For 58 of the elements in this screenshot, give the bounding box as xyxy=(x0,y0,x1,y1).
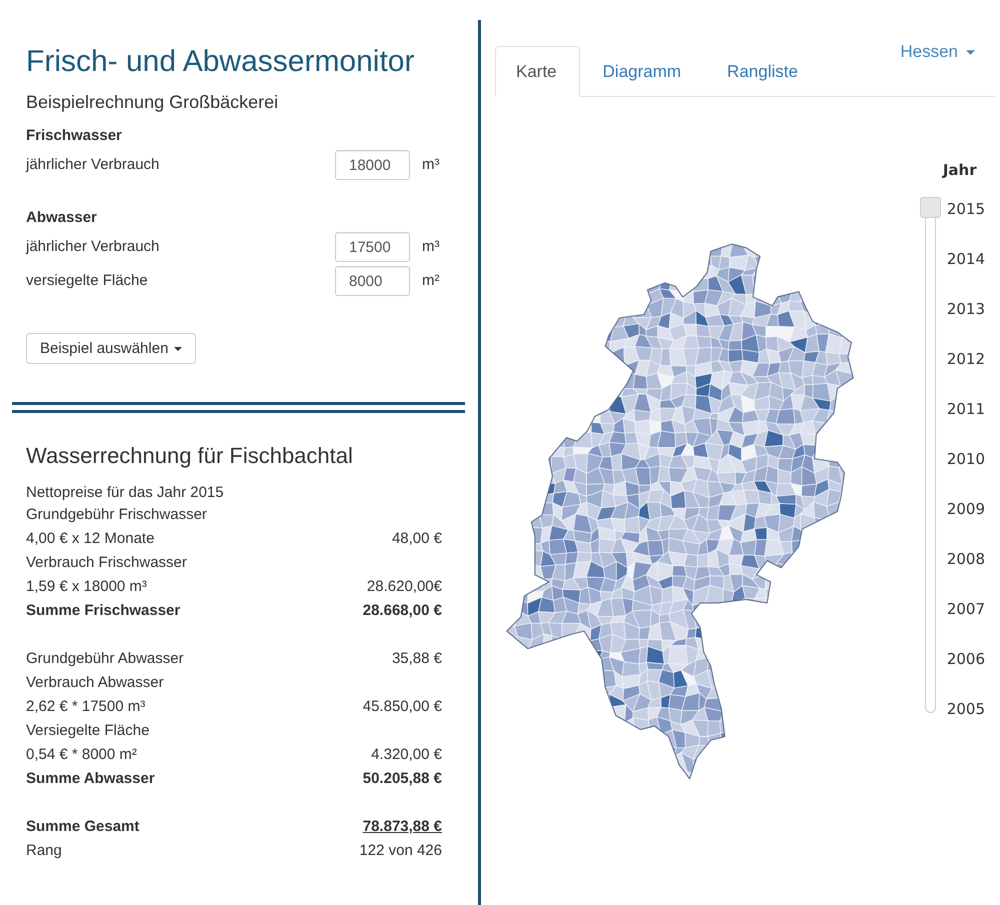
tab[interactable]: Karte xyxy=(495,46,580,97)
cost-label: 2,62 € * 17500 m³ xyxy=(26,698,146,714)
cost-amount: 48,00 € xyxy=(392,530,442,546)
cost-label: Summe Abwasser xyxy=(26,770,155,786)
unit-label: m³ xyxy=(422,237,440,257)
year-label: 2008 xyxy=(946,549,985,570)
unit-label: m² xyxy=(422,271,440,291)
cost-amount: 45.850,00 € xyxy=(362,698,442,714)
year-label: 2014 xyxy=(946,249,985,270)
app-title: Frisch- und Abwassermonitor xyxy=(26,44,416,80)
section-heading: Frischwasser xyxy=(26,126,123,146)
cost-amount: 78.873,88 € xyxy=(362,818,442,834)
cost-label: 4,00 € x 12 Monate xyxy=(26,530,154,546)
subtitle: Beispielrechnung Großbäckerei xyxy=(26,91,280,113)
field-label: jährlicher Verbrauch xyxy=(26,237,160,257)
year-label: 2005 xyxy=(946,699,985,720)
unit-label: m³ xyxy=(422,155,440,175)
input-field[interactable]: 18000 xyxy=(335,150,410,180)
section-heading: Abwasser xyxy=(26,208,98,228)
year-label: 2010 xyxy=(946,449,985,470)
caret-icon xyxy=(174,346,182,350)
cost-label: 0,54 € * 8000 m² xyxy=(26,746,137,762)
cost-label: Verbrauch Abwasser xyxy=(26,674,164,690)
year-label: 2009 xyxy=(946,499,985,520)
slider-track[interactable] xyxy=(920,197,941,713)
cost-amount: 28.620,00€ xyxy=(366,578,442,594)
slider-title: Jahr xyxy=(941,160,978,180)
calculation-title: Wasserrechnung für Fischbachtal xyxy=(26,443,354,469)
tab[interactable]: Diagramm xyxy=(582,46,704,97)
caret-icon xyxy=(966,50,975,54)
cost-amount: 50.205,88 € xyxy=(362,770,442,786)
region-dropdown[interactable]: Hessen xyxy=(900,42,975,62)
year-label: 2013 xyxy=(946,299,985,320)
year-label: 2007 xyxy=(946,599,985,620)
input-field[interactable]: 8000 xyxy=(335,266,410,296)
cost-label: Rang xyxy=(26,842,62,858)
year-label: 2006 xyxy=(946,649,985,670)
tab[interactable]: Rangliste xyxy=(706,46,821,97)
year-label: 2015 xyxy=(946,199,985,220)
cost-label: Summe Gesamt xyxy=(26,818,140,834)
field-label: versiegelte Fläche xyxy=(26,271,149,291)
cost-amount: 122 von 426 xyxy=(359,842,442,858)
cost-label: Versiegelte Fläche xyxy=(26,722,150,738)
year-label: 2012 xyxy=(946,349,985,370)
cost-amount: 28.668,00 € xyxy=(362,602,442,618)
cost-label: Grundgebühr Frischwasser xyxy=(26,506,207,522)
field-label: jährlicher Verbrauch xyxy=(26,155,160,175)
year-label: 2011 xyxy=(946,399,985,420)
cost-label: Summe Frischwasser xyxy=(26,602,180,618)
price-note: Nettopreise für das Jahr 2015 xyxy=(26,484,225,502)
slider-thumb[interactable] xyxy=(920,197,941,218)
cost-amount: 4.320,00 € xyxy=(371,746,442,762)
cost-label: 1,59 € x 18000 m³ xyxy=(26,578,147,594)
input-field[interactable]: 17500 xyxy=(335,232,410,262)
cost-amount: 35,88 € xyxy=(392,650,442,666)
cost-label: Verbrauch Frischwasser xyxy=(26,554,187,570)
example-dropdown-button[interactable]: Beispiel auswählen xyxy=(26,333,196,364)
cost-label: Grundgebühr Abwasser xyxy=(26,650,184,666)
